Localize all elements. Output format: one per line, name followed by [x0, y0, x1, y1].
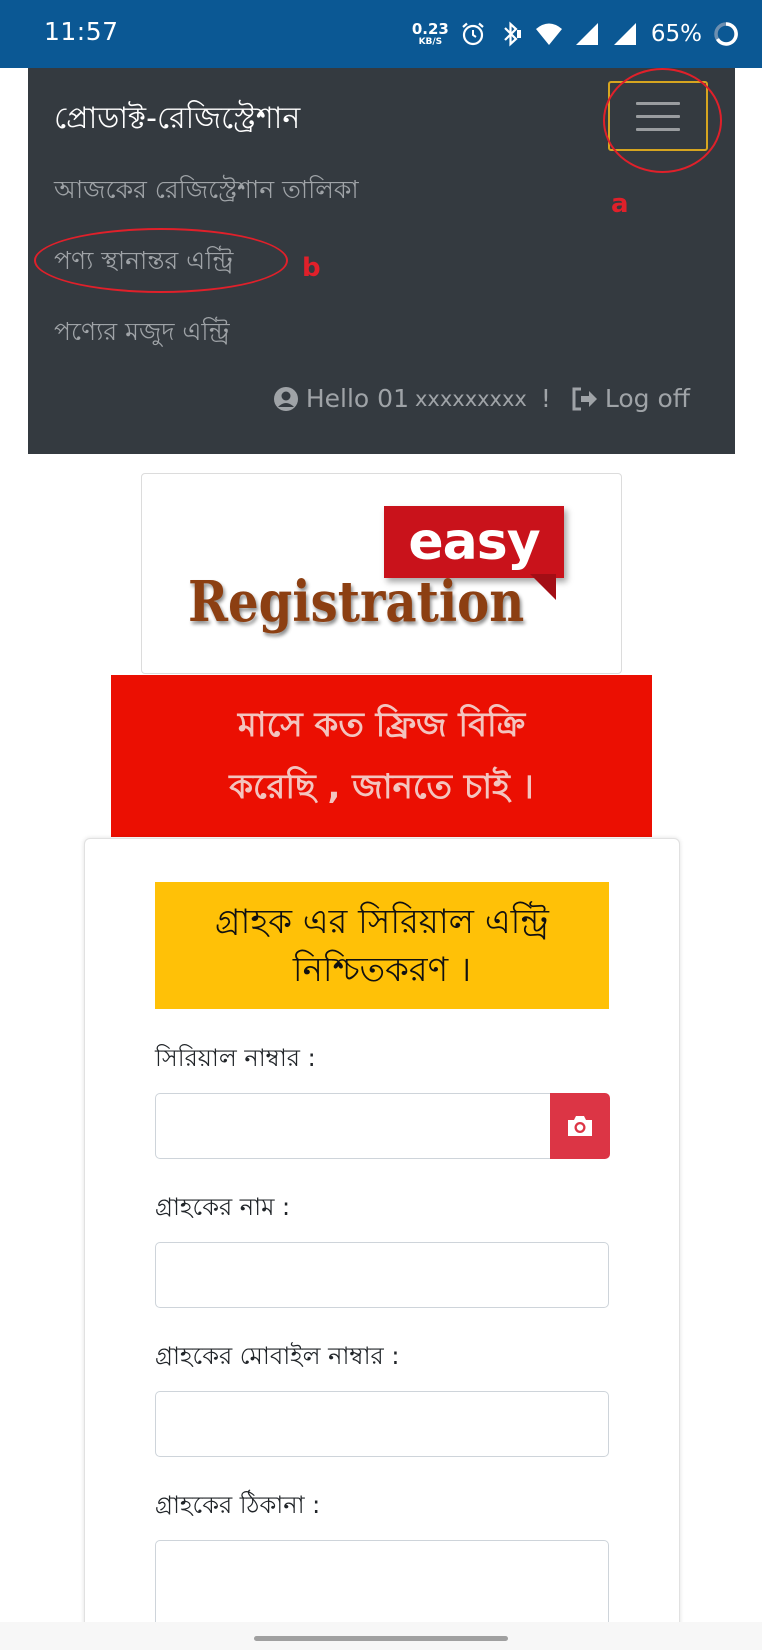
customer-mobile-label: গ্রাহকের মোবাইল নাম্বার :	[155, 1342, 400, 1370]
battery-percent: 65%	[650, 21, 702, 47]
gesture-nav-area	[0, 1622, 762, 1650]
annotation-circle-b	[34, 228, 288, 293]
hello-suffix: !	[540, 384, 551, 413]
customer-address-label: গ্রাহকের ঠিকানা :	[155, 1491, 321, 1519]
banner-line-2: করেছি , জানতে চাই ।	[229, 767, 534, 807]
logoff-link[interactable]: Log off	[571, 384, 690, 413]
serial-number-input[interactable]	[155, 1093, 551, 1159]
network-speed: 0.23 KB/S	[411, 19, 449, 47]
alarm-icon	[462, 22, 484, 46]
status-icons: 0.23 KB/S 65%	[412, 12, 740, 56]
status-time: 11:57	[44, 17, 119, 46]
hello-masked-number: xxxxxxxxx	[414, 386, 527, 411]
network-speed-unit: KB/S	[418, 36, 443, 47]
promo-banner[interactable]: মাসে কত ফ্রিজ বিক্রি করেছি , জানতে চাই ।	[111, 675, 652, 837]
nav-link-stock-entry[interactable]: পণ্যের মজুদ এন্ট্রি	[54, 312, 230, 355]
logoff-label: Log off	[604, 384, 690, 413]
user-circle-icon	[273, 386, 298, 411]
nav-link-today-registrations[interactable]: আজকের রেজিস্ট্রেশান তালিকা	[54, 170, 359, 213]
logo-easy: easy	[384, 506, 564, 578]
annotation-circle-a	[603, 68, 722, 173]
customer-name-label: গ্রাহকের নাম :	[155, 1193, 291, 1221]
serial-entry-form: গ্রাহক এর সিরিয়াল এন্ট্রি নিশ্চিতকরণ । …	[84, 838, 680, 1650]
logo-speech-tail	[530, 574, 556, 600]
hello-text: Hello 01	[305, 384, 409, 413]
navbar-brand[interactable]: প্রোডাক্ট-রেজিস্ট্রেশান	[54, 94, 300, 145]
form-heading-line-2: নিশ্চিতকরণ ।	[292, 949, 472, 990]
battery-icon	[714, 22, 738, 46]
scan-camera-button[interactable]	[550, 1093, 610, 1159]
signal-icon	[575, 23, 598, 45]
logo-registration: Registration	[188, 569, 525, 635]
bluetooth-icon	[504, 21, 521, 47]
logo-card: easy Registration	[141, 473, 622, 674]
form-heading-line-1: গ্রাহক এর সিরিয়াল এন্ট্রি	[215, 901, 549, 942]
user-profile-link[interactable]: Hello 01 xxxxxxxxx !	[272, 384, 551, 413]
customer-mobile-input[interactable]	[155, 1391, 609, 1457]
home-gesture-handle[interactable]	[254, 1636, 508, 1641]
status-bar: 11:57 0.23 KB/S 65%	[0, 0, 762, 68]
sign-out-icon	[572, 387, 597, 410]
wifi-icon	[535, 23, 562, 45]
annotation-label-a: a	[611, 189, 629, 219]
signal-icon	[613, 23, 636, 45]
serial-number-label: সিরিয়াল নাম্বার :	[155, 1044, 316, 1072]
annotation-label-b: b	[302, 253, 321, 283]
network-speed-value: 0.23	[411, 19, 449, 38]
customer-name-input[interactable]	[155, 1242, 609, 1308]
form-heading: গ্রাহক এর সিরিয়াল এন্ট্রি নিশ্চিতকরণ ।	[155, 882, 609, 1009]
camera-icon	[568, 1116, 592, 1136]
user-row: Hello 01 xxxxxxxxx ! Log off	[272, 384, 690, 413]
banner-line-1: মাসে কত ফ্রিজ বিক্রি	[237, 705, 526, 745]
